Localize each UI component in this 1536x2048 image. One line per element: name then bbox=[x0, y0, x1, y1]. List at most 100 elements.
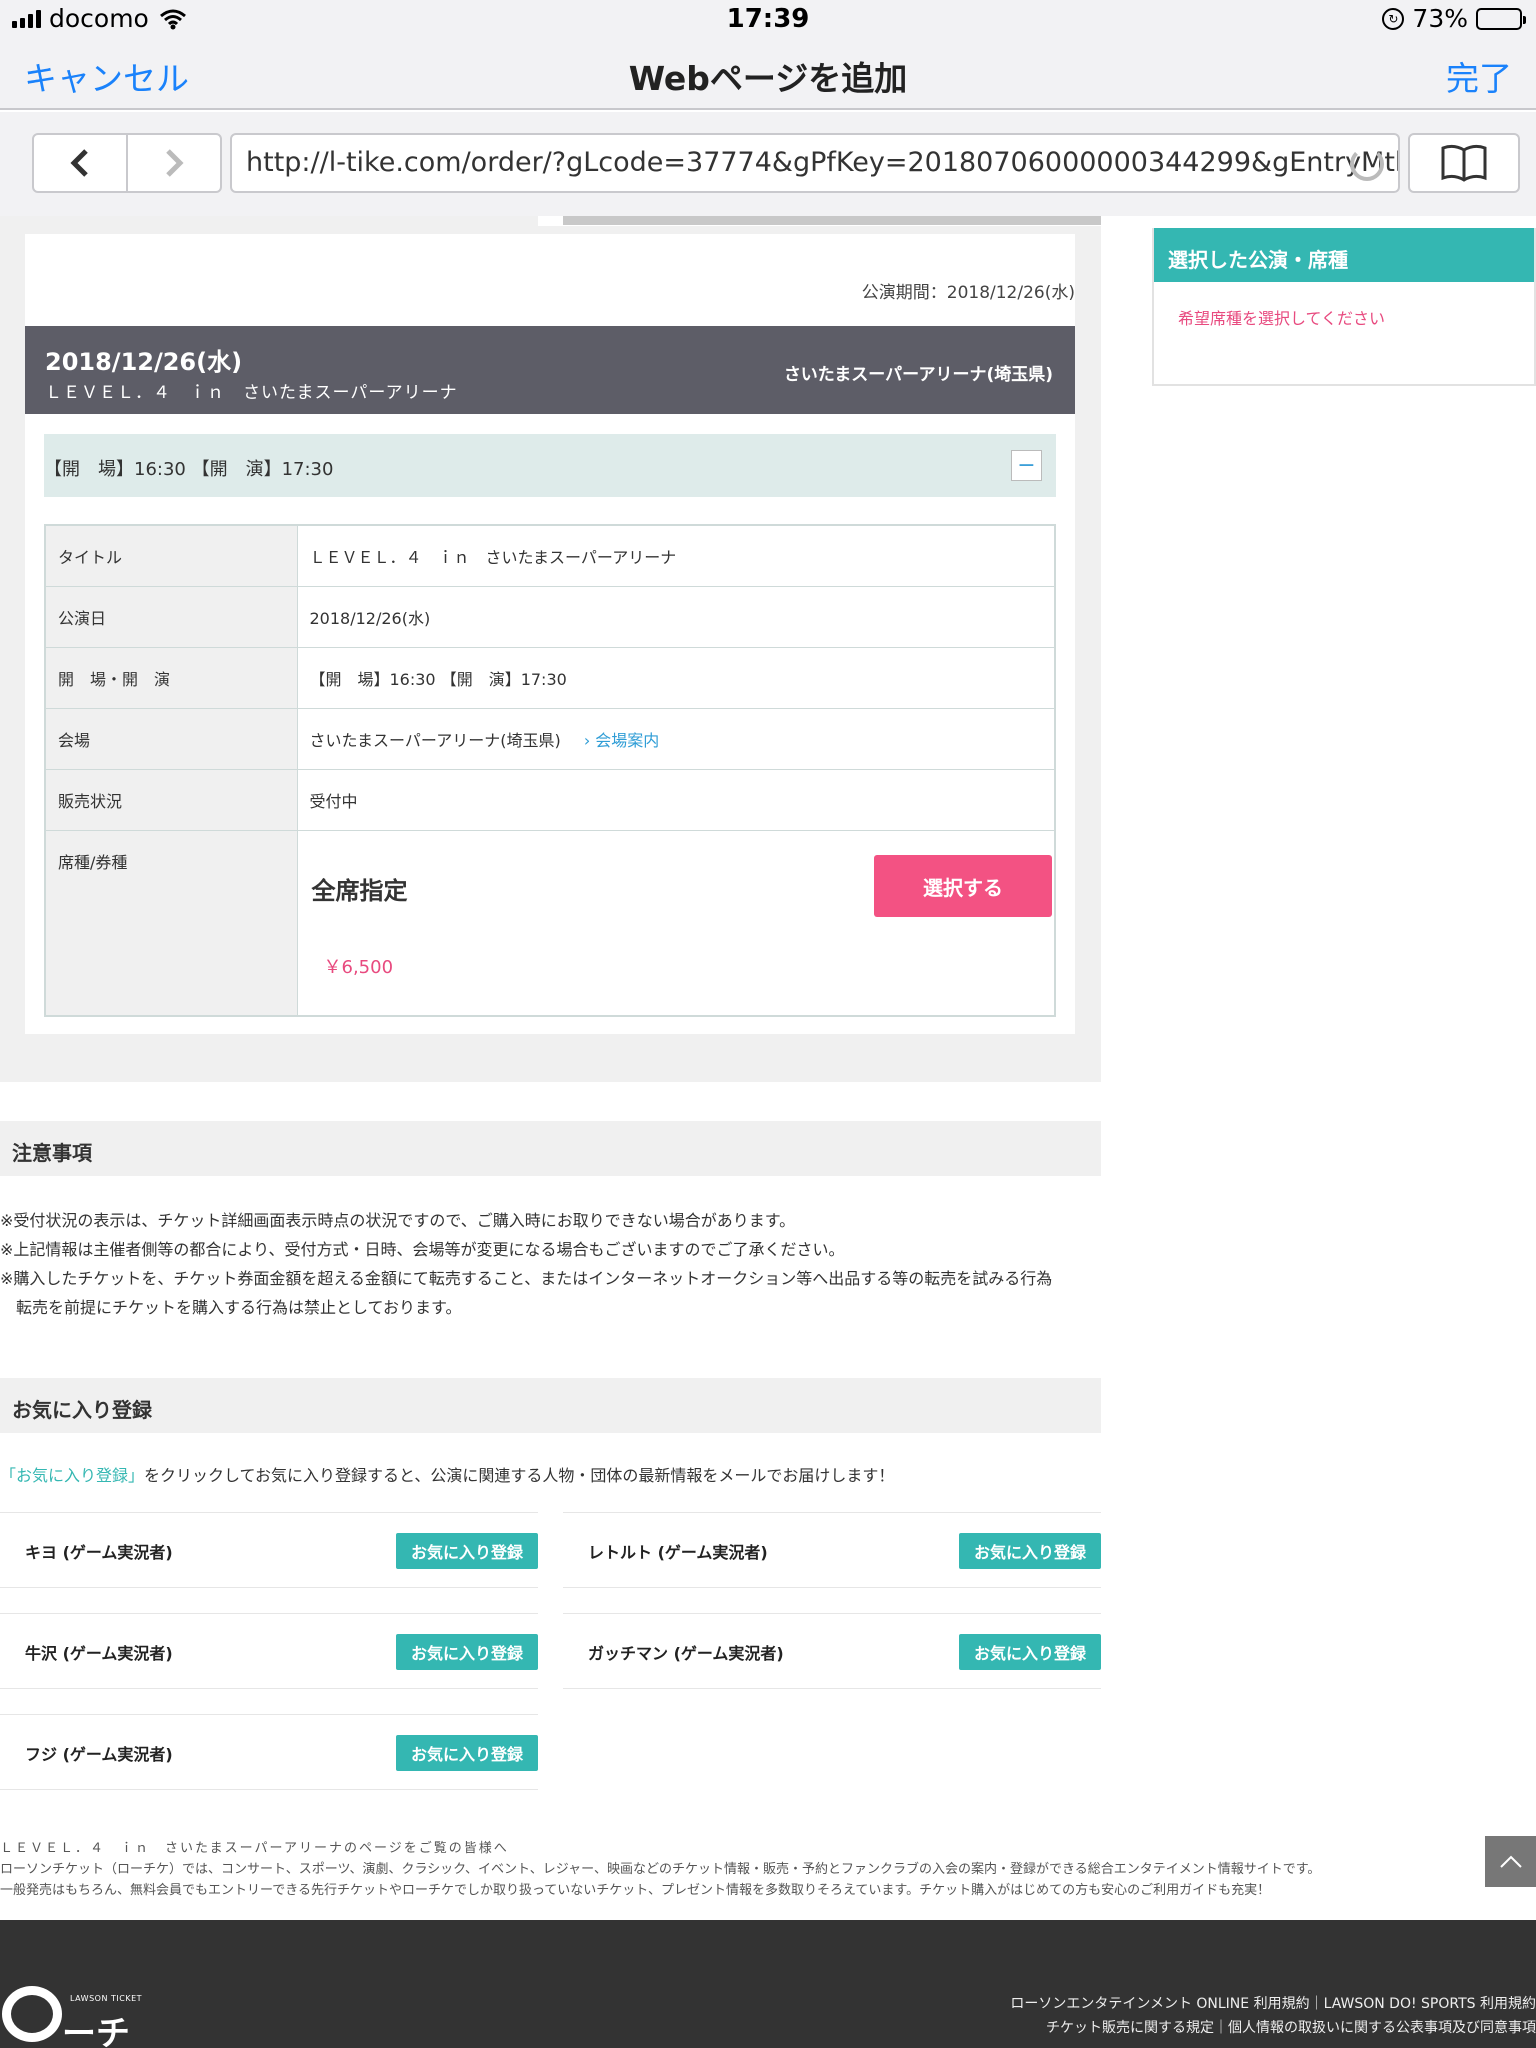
footer-link-line[interactable]: チケット販売に関する規定｜個人情報の取扱いに関する公表事項及び同意事項 bbox=[1010, 2016, 1536, 2040]
seat-box: 全席指定 選択する ￥6,500 bbox=[298, 831, 1055, 1015]
favorites-intro-text: をクリックしてお気に入り登録すると、公演に関連する人物・団体の最新情報をメールで… bbox=[144, 1466, 895, 1485]
chevron-up-icon bbox=[1499, 1855, 1522, 1868]
scroll-to-top-button[interactable] bbox=[1485, 1836, 1536, 1887]
web-page: 公演期間：2018/12/26(水) 2018/12/26(水) ＬＥＶＥＬ．４… bbox=[0, 216, 1536, 2048]
performance-card: 公演期間：2018/12/26(水) 2018/12/26(水) ＬＥＶＥＬ．４… bbox=[25, 234, 1075, 1034]
favorite-name: キヨ (ゲーム実況者) bbox=[25, 1543, 173, 1562]
seat-type: 全席指定 bbox=[311, 877, 408, 905]
time-bar-text: 【開 場】16:30 【開 演】17:30 bbox=[44, 459, 334, 480]
detail-label: タイトル bbox=[44, 524, 298, 587]
footer-links: ローソンエンタテインメント ONLINE 利用規約｜LAWSON DO! SPO… bbox=[1010, 1992, 1536, 2040]
chevron-right-icon bbox=[166, 149, 184, 177]
favorite-button[interactable]: お気に入り登録 bbox=[959, 1533, 1101, 1569]
detail-row-seat: 席種/券種 全席指定 選択する ￥6,500 bbox=[44, 830, 1056, 1017]
detail-label: 会場 bbox=[44, 708, 298, 770]
seat-cell: 全席指定 選択する ￥6,500 bbox=[296, 830, 1056, 1017]
footer-line: 一般発売はもちろん、無料会員でもエントリーできる先行チケットやローチケでしか取り… bbox=[0, 1883, 1271, 1898]
detail-row-date: 公演日 2018/12/26(水) bbox=[44, 586, 1056, 648]
performance-name: ＬＥＶＥＬ．４ ｉｎ さいたまスーパーアリーナ bbox=[45, 383, 458, 403]
notes-list: ※受付状況の表示は、チケット詳細画面表示時点の状況ですので、ご購入時にお取りでき… bbox=[0, 1206, 1101, 1322]
loading-progress bbox=[538, 216, 1101, 226]
detail-value: 受付中 bbox=[296, 769, 1056, 831]
detail-label: 販売状況 bbox=[44, 769, 298, 831]
url-toolbar: http://l-tike.com/order/?gLcode=37774&gP… bbox=[0, 112, 1536, 216]
selection-panel: 選択した公演・席種 希望席種を選択してください bbox=[1152, 228, 1536, 386]
collapse-button[interactable]: − bbox=[1011, 450, 1042, 481]
favorite-name: レトルト (ゲーム実況者) bbox=[588, 1543, 768, 1562]
favorite-button[interactable]: お気に入り登録 bbox=[396, 1735, 538, 1771]
detail-value: 2018/12/26(水) bbox=[296, 586, 1056, 648]
battery-percent: 73% bbox=[1412, 4, 1468, 33]
favorite-name: フジ (ゲーム実況者) bbox=[25, 1745, 173, 1764]
performance-date: 2018/12/26(水) bbox=[45, 348, 243, 376]
nav-title: Webページを追加 bbox=[628, 59, 908, 98]
chevron-left-icon bbox=[70, 149, 88, 177]
site-footer: LAWSON TICKET ーチケ ローソンエンタテインメント ONLINE 利… bbox=[0, 1920, 1536, 2048]
select-button[interactable]: 選択する bbox=[874, 855, 1052, 917]
url-text: http://l-tike.com/order/?gLcode=37774&gP… bbox=[246, 147, 1400, 178]
done-button[interactable]: 完了 bbox=[1446, 52, 1512, 100]
favorite-name: 牛沢 (ゲーム実況者) bbox=[25, 1644, 173, 1663]
note-line: ※上記情報は主催者側等の都合により、受付方式・日時、会場等が変更になる場合もござ… bbox=[0, 1240, 845, 1259]
lawson-ticket-logo[interactable]: LAWSON TICKET ーチケ bbox=[0, 1986, 160, 2048]
rotation-lock-icon: ↻ bbox=[1382, 7, 1405, 30]
favorite-button[interactable]: お気に入り登録 bbox=[396, 1634, 538, 1670]
detail-table: タイトル ＬＥＶＥＬ．４ ｉｎ さいたまスーパーアリーナ 公演日 2018/12… bbox=[44, 524, 1056, 1017]
logo-subtitle: LAWSON TICKET bbox=[70, 1994, 143, 2003]
detail-row-venue: 会場 さいたまスーパーアリーナ(埼玉県) › 会場案内 bbox=[44, 708, 1056, 770]
book-icon bbox=[1441, 144, 1487, 182]
note-line: 転売を前提にチケットを購入する行為は禁止としております。 bbox=[16, 1298, 462, 1317]
detail-label: 開 場・開 演 bbox=[44, 647, 298, 709]
detail-value: 【開 場】16:30 【開 演】17:30 bbox=[296, 647, 1056, 709]
detail-label: 席種/券種 bbox=[44, 830, 298, 1017]
favorite-button[interactable]: お気に入り登録 bbox=[396, 1533, 538, 1569]
venue-guide-label: 会場案内 bbox=[595, 731, 660, 750]
favorites-heading: お気に入り登録 bbox=[0, 1378, 1101, 1433]
detail-row-status: 販売状況 受付中 bbox=[44, 769, 1056, 831]
detail-value: さいたまスーパーアリーナ(埼玉県) bbox=[309, 731, 561, 750]
cancel-button[interactable]: キャンセル bbox=[24, 52, 189, 100]
favorite-item: キヨ (ゲーム実況者) お気に入り登録 bbox=[0, 1512, 538, 1588]
back-button[interactable] bbox=[34, 135, 128, 191]
nav-bar: キャンセル Webページを追加 完了 bbox=[0, 40, 1536, 110]
detail-venue-cell: さいたまスーパーアリーナ(埼玉県) › 会場案内 bbox=[296, 708, 1056, 770]
favorites-intro: 「お気に入り登録」をクリックしてお気に入り登録すると、公演に関連する人物・団体の… bbox=[0, 1462, 894, 1486]
bookmarks-button[interactable] bbox=[1408, 133, 1520, 193]
logo-text: ーチケ bbox=[62, 2014, 130, 2048]
notes-heading: 注意事項 bbox=[0, 1121, 1101, 1176]
progress-fill bbox=[563, 216, 1101, 225]
clock: 17:39 bbox=[726, 4, 810, 34]
venue-guide-link[interactable]: › 会場案内 bbox=[584, 731, 660, 750]
favorite-item: レトルト (ゲーム実況者) お気に入り登録 bbox=[563, 1512, 1101, 1588]
selection-panel-message: 希望席種を選択してください bbox=[1178, 309, 1386, 328]
favorite-button[interactable]: お気に入り登録 bbox=[959, 1634, 1101, 1670]
favorite-item: ガッチマン (ゲーム実況者) お気に入り登録 bbox=[563, 1613, 1101, 1689]
detail-row-time: 開 場・開 演 【開 場】16:30 【開 演】17:30 bbox=[44, 647, 1056, 709]
footer-description: ＬＥＶＥＬ．４ ｉｎ さいたまスーパーアリーナのページをご覧の皆様へ ローソンチ… bbox=[0, 1838, 1536, 1901]
history-buttons bbox=[32, 133, 222, 193]
performance-period: 公演期間：2018/12/26(水) bbox=[861, 283, 1075, 303]
favorite-item: フジ (ゲーム実況者) お気に入り登録 bbox=[0, 1714, 538, 1790]
footer-line: ＬＥＶＥＬ．４ ｉｎ さいたまスーパーアリーナのページをご覧の皆様へ bbox=[0, 1841, 509, 1856]
favorite-item: 牛沢 (ゲーム実況者) お気に入り登録 bbox=[0, 1613, 538, 1689]
reload-icon[interactable] bbox=[1350, 147, 1384, 181]
note-line: ※購入したチケットを、チケット券面金額を超える金額にて転売すること、またはインタ… bbox=[0, 1269, 1053, 1288]
url-field[interactable]: http://l-tike.com/order/?gLcode=37774&gP… bbox=[230, 133, 1400, 193]
footer-link-line[interactable]: ローソンエンタテインメント ONLINE 利用規約｜LAWSON DO! SPO… bbox=[1010, 1992, 1536, 2016]
detail-value: ＬＥＶＥＬ．４ ｉｎ さいたまスーパーアリーナ bbox=[296, 524, 1056, 587]
footer-line: ローソンチケット（ローチケ）では、コンサート、スポーツ、演劇、クラシック、イベン… bbox=[0, 1862, 1321, 1877]
note-line: ※受付状況の表示は、チケット詳細画面表示時点の状況ですので、ご購入時にお取りでき… bbox=[0, 1211, 796, 1230]
battery-icon bbox=[1476, 7, 1526, 30]
detail-label: 公演日 bbox=[44, 586, 298, 648]
favorite-name: ガッチマン (ゲーム実況者) bbox=[588, 1644, 784, 1663]
ticket-price: ￥6,500 bbox=[323, 957, 394, 978]
detail-row-title: タイトル ＬＥＶＥＬ．４ ｉｎ さいたまスーパーアリーナ bbox=[44, 524, 1056, 587]
performance-venue: さいたまスーパーアリーナ(埼玉県) bbox=[783, 365, 1053, 385]
favorites-intro-link[interactable]: 「お気に入り登録」 bbox=[0, 1466, 144, 1485]
status-bar: docomo 17:39 ↻ 73% bbox=[0, 0, 1536, 40]
time-bar[interactable]: 【開 場】16:30 【開 演】17:30 − bbox=[44, 434, 1056, 497]
logo-circle bbox=[2, 1986, 62, 2042]
forward-button[interactable] bbox=[128, 135, 220, 191]
performance-header: 2018/12/26(水) ＬＥＶＥＬ．４ ｉｎ さいたまスーパーアリーナ さい… bbox=[25, 326, 1075, 414]
selection-panel-title: 選択した公演・席種 bbox=[1154, 228, 1534, 282]
